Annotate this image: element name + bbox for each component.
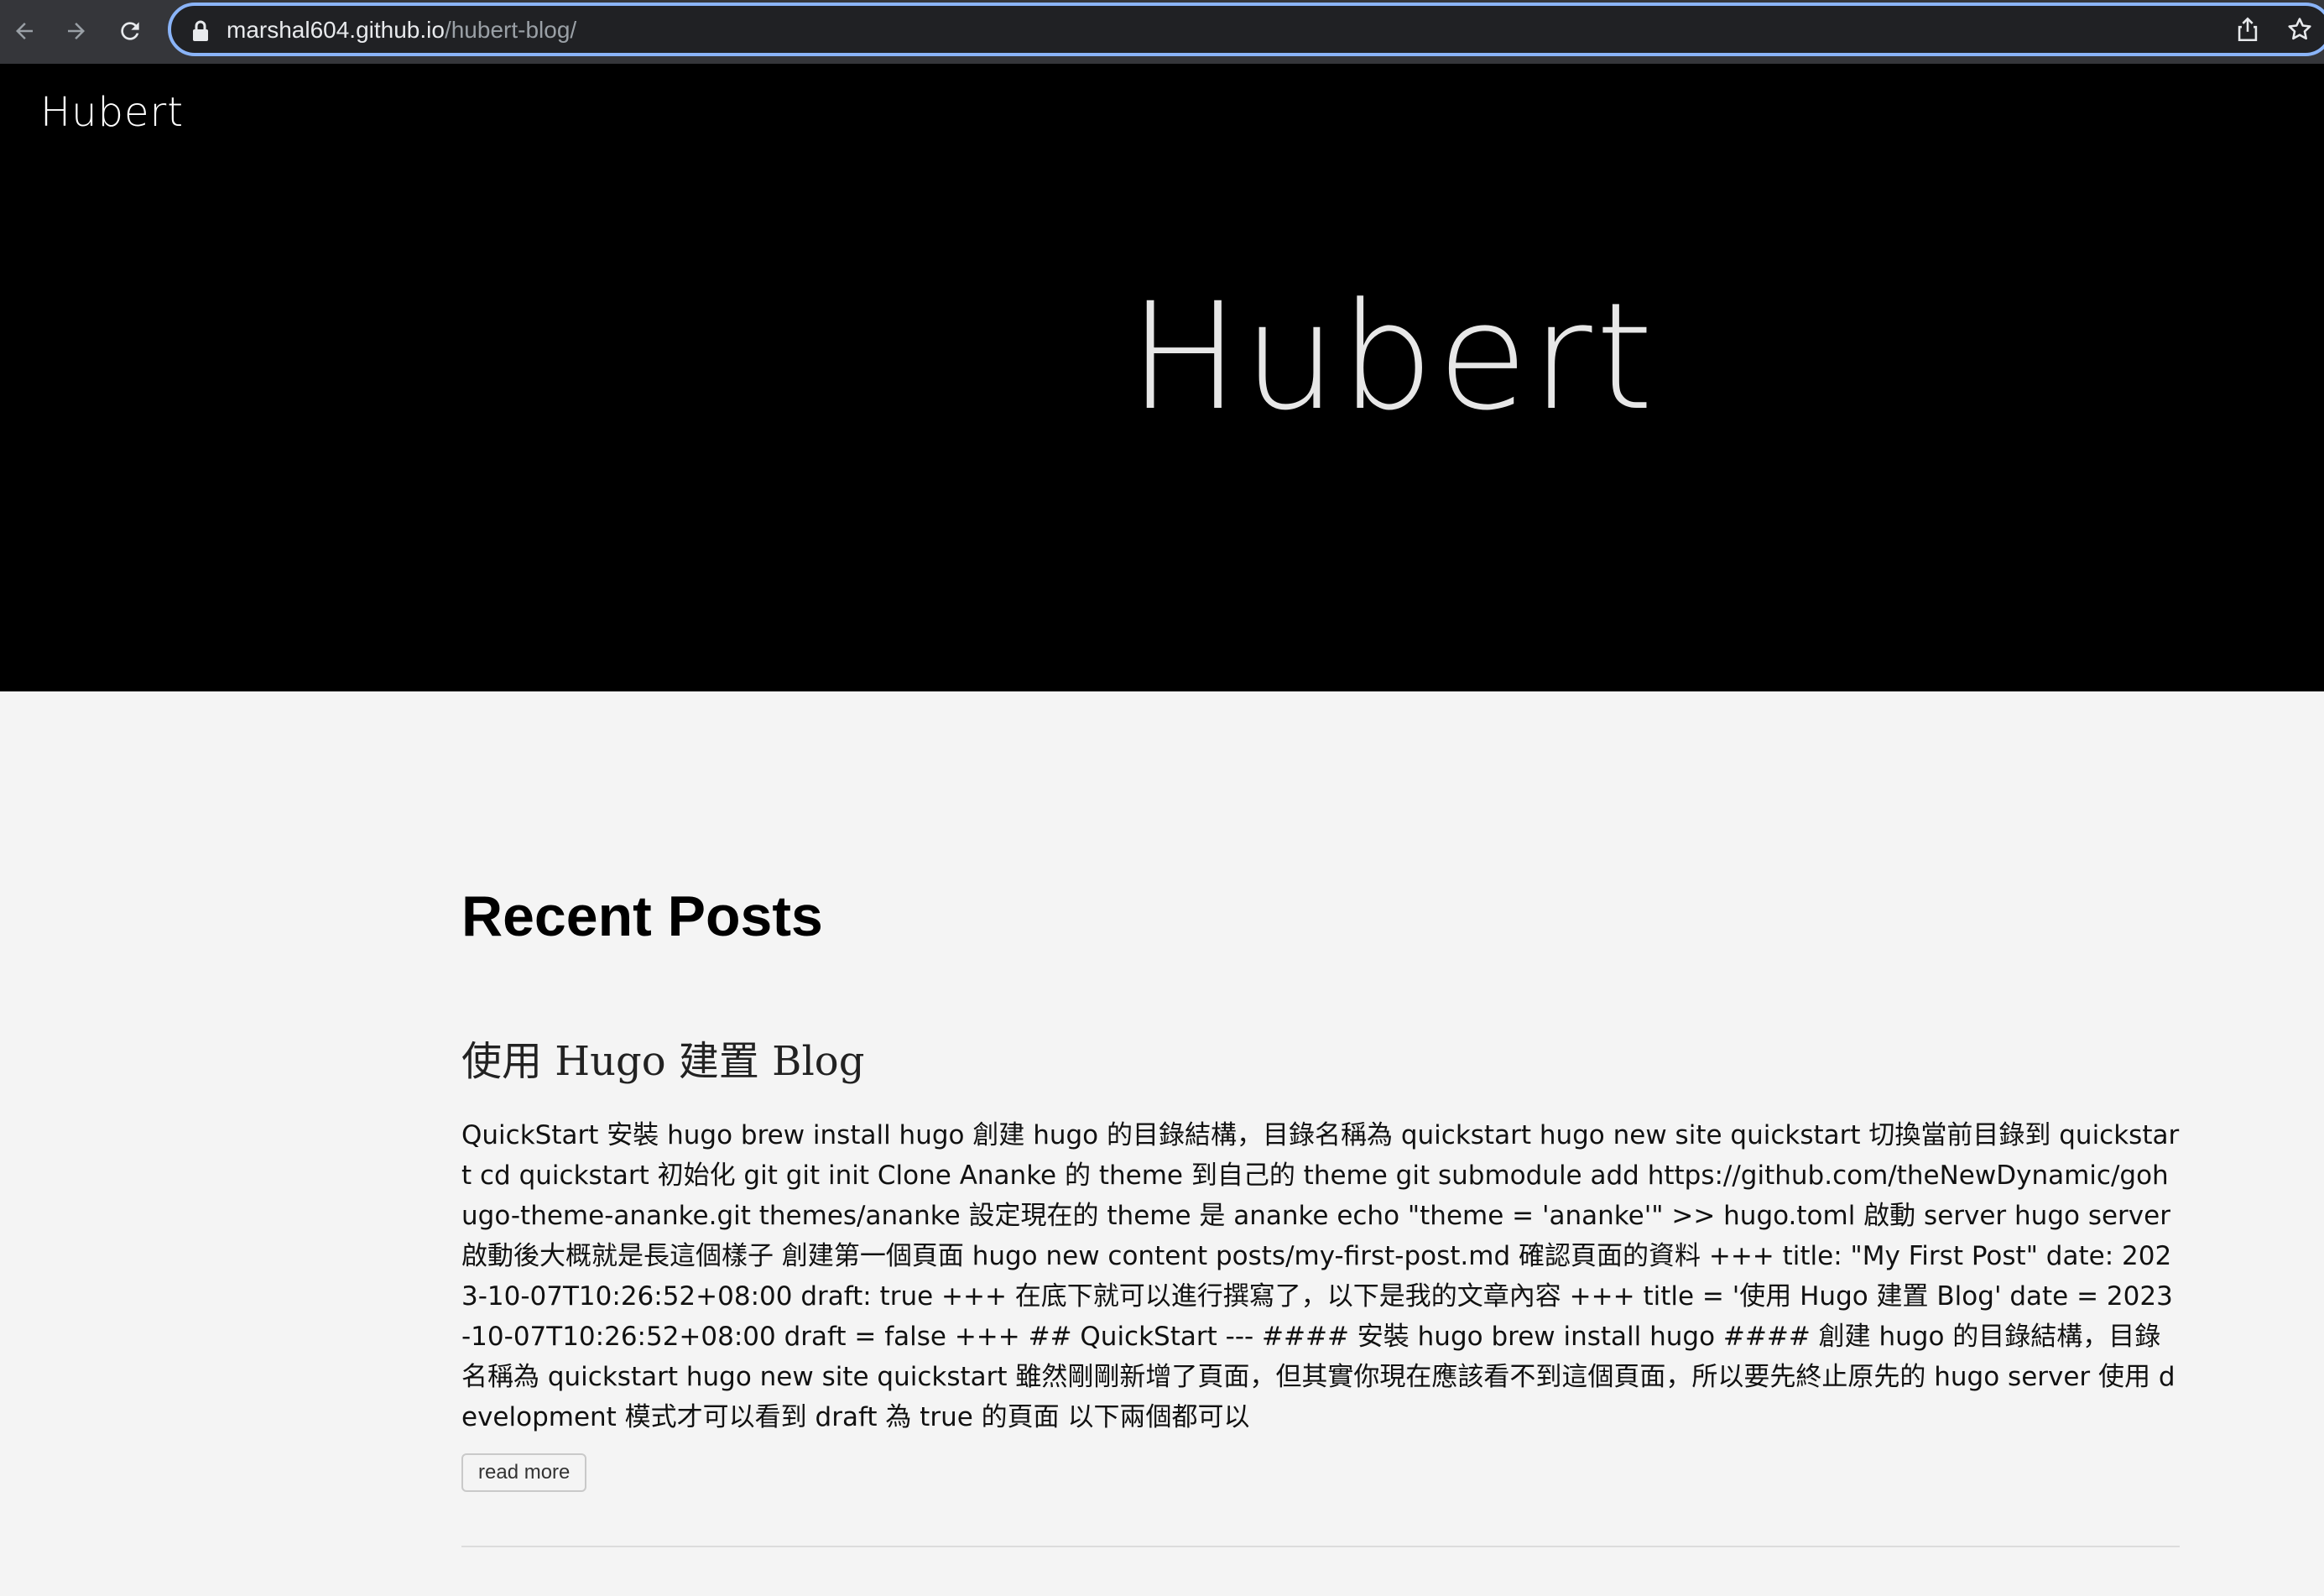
url-path: /hubert-blog/	[444, 17, 577, 43]
read-more-button[interactable]: read more	[461, 1453, 587, 1492]
section-title: Recent Posts	[461, 884, 823, 948]
reload-button[interactable]	[109, 10, 151, 52]
star-icon[interactable]	[2285, 15, 2314, 48]
share-icon[interactable]	[2233, 15, 2262, 48]
address-bar[interactable]: marshal604.github.io/hubert-blog/	[168, 3, 2324, 56]
url-host: marshal604.github.io	[227, 17, 445, 43]
url-text[interactable]: marshal604.github.io/hubert-blog/	[227, 18, 576, 43]
site-header: Hubert Hubert	[0, 64, 2324, 691]
post-title-link[interactable]: 使用 Hugo 建置 Blog	[461, 1036, 864, 1087]
post-summary: QuickStart 安裝 hugo brew install hugo 創建 …	[461, 1120, 2180, 1432]
post-divider	[461, 1546, 2180, 1547]
arrow-right-icon	[64, 18, 89, 44]
site-logo-link[interactable]: Hubert	[40, 87, 184, 138]
forward-button[interactable]	[55, 10, 97, 52]
browser-toolbar: marshal604.github.io/hubert-blog/	[0, 0, 2324, 64]
back-button[interactable]	[3, 10, 45, 52]
hero-title: Hubert	[1128, 271, 1657, 443]
lock-icon[interactable]	[191, 20, 210, 46]
arrow-left-icon	[12, 18, 37, 44]
reload-icon	[117, 18, 143, 44]
